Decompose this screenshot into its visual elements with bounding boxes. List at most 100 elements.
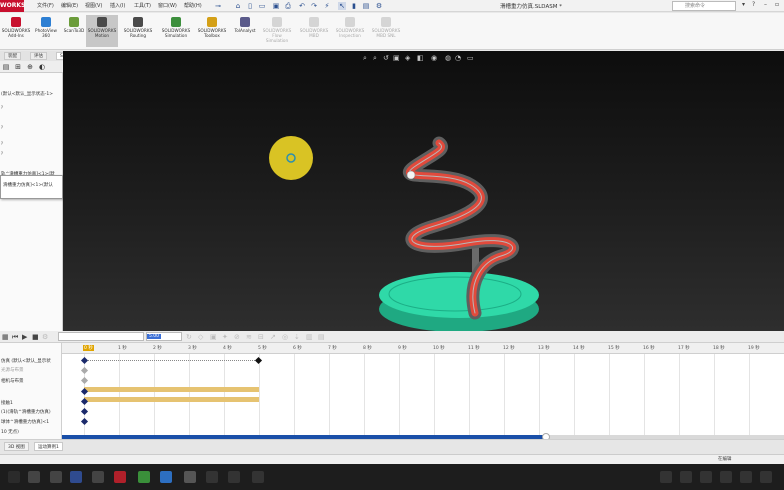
tree-row[interactable]: 接触1 xyxy=(0,399,62,408)
graphics-viewport[interactable]: ⌕ ⌕ ↺ ▣ ◈ ◧ ◉ ◍ ◔ ▭ xyxy=(63,51,784,331)
browser-icon[interactable] xyxy=(138,471,150,483)
minimize-icon[interactable]: – xyxy=(764,1,767,8)
redo-icon[interactable]: ↷ xyxy=(310,2,318,10)
keyframe[interactable] xyxy=(80,366,89,375)
tray-icon[interactable] xyxy=(700,471,712,483)
play-icon[interactable]: ▶ xyxy=(22,333,27,341)
tray-icon[interactable] xyxy=(680,471,692,483)
damper-icon[interactable]: ⊟ xyxy=(258,333,264,341)
timeline-area[interactable]: 0 秒 1 秒 2 秒 3 秒 4 秒 5 秒 6 秒 7 秒 8 秒 9 秒 10 秒 11 秒 12… xyxy=(62,343,784,439)
tree-row[interactable] xyxy=(0,388,62,397)
animation-wizard-icon[interactable]: ✦ xyxy=(222,333,228,341)
tab-assembly[interactable]: 装配 xyxy=(4,52,21,60)
tree-row[interactable]: 光源与布景 xyxy=(0,366,62,375)
ribbon-button-toolbox[interactable]: SOLIDWORKS Toolbox xyxy=(196,15,228,47)
study-type-select[interactable] xyxy=(58,332,144,341)
search-dropdown-icon[interactable]: ▾ xyxy=(742,1,745,8)
tree-row[interactable]: (1)(滑轨^滑槽重力仿真) xyxy=(0,408,62,417)
app-icon[interactable] xyxy=(252,471,264,483)
ribbon-button-routing[interactable]: SOLIDWORKS Routing xyxy=(122,15,154,47)
keyframe[interactable] xyxy=(80,376,89,385)
ribbon-button-mbd[interactable]: SOLIDWORKS MBD xyxy=(298,15,330,47)
feature-tree-icon[interactable]: ▤ xyxy=(2,63,10,71)
tab-3d-views[interactable]: 3D 视图 xyxy=(4,442,29,451)
print-icon[interactable]: ⎙ xyxy=(284,2,292,10)
tab-evaluate[interactable]: 评估 xyxy=(30,52,47,60)
home-icon[interactable]: ⌂ xyxy=(234,2,242,10)
options-gear-icon[interactable]: ⚙ xyxy=(375,2,383,10)
tree-row[interactable]: 球体^滑槽重力仿真]<1 xyxy=(0,418,62,427)
motor-icon[interactable]: ⊘ xyxy=(234,333,240,341)
results-plots-icon[interactable]: ▥ xyxy=(306,333,313,341)
search-input[interactable]: 搜索命令 xyxy=(672,1,736,11)
gravity-icon[interactable]: ⇣ xyxy=(294,333,300,341)
play-from-start-icon[interactable]: ⏮ xyxy=(12,333,18,341)
app-icon[interactable] xyxy=(206,471,218,483)
menu-insert[interactable]: 插入(I) xyxy=(110,2,125,9)
rebuild-traffic-icon[interactable]: ▮ xyxy=(350,2,358,10)
open-file-icon[interactable]: ▭ xyxy=(258,2,266,10)
menu-view[interactable]: 视图(V) xyxy=(85,2,102,9)
stop-icon[interactable]: ■ xyxy=(32,333,39,341)
tray-icon[interactable] xyxy=(740,471,752,483)
tree-row[interactable]: 相机与布景 xyxy=(0,377,62,386)
keyframe[interactable] xyxy=(80,417,89,426)
solidworks-logo[interactable]: WORKS xyxy=(0,0,25,12)
keyframe[interactable] xyxy=(80,407,89,416)
solidworks-taskbar-icon[interactable] xyxy=(114,471,126,483)
select-icon[interactable]: ↖ xyxy=(338,2,346,10)
configuration-icon[interactable]: ⊕ xyxy=(26,63,34,71)
ribbon-button-flow-simulation[interactable]: SOLIDWORKS Flow Simulation xyxy=(261,15,293,47)
playback-time-field[interactable]: 5.00 xyxy=(146,332,182,341)
add-key-icon[interactable]: ◇ xyxy=(198,333,203,341)
ribbon-button-mbd-snl[interactable]: SOLIDWORKS MBD SNL xyxy=(370,15,402,47)
tree-row[interactable]: 10 无点) xyxy=(0,428,62,437)
contact-bar[interactable] xyxy=(84,387,259,392)
tray-icon[interactable] xyxy=(660,471,672,483)
ribbon-button-simulation[interactable]: SOLIDWORKS Simulation xyxy=(160,15,192,47)
app-icon[interactable] xyxy=(92,471,104,483)
menu-tools[interactable]: 工具(T) xyxy=(134,2,151,9)
rebuild-icon[interactable]: ⚡ xyxy=(323,2,331,10)
autokey-icon[interactable]: ↻ xyxy=(186,333,192,341)
word-icon[interactable] xyxy=(70,471,82,483)
chat-icon[interactable] xyxy=(160,471,172,483)
playback-speed-icon[interactable]: ⚙ xyxy=(42,333,48,341)
spring-icon[interactable]: ≋ xyxy=(246,333,252,341)
tab-motion-study-1[interactable]: 运动算例1 xyxy=(34,442,63,451)
tree-root-label[interactable]: (默认<默认_显示状态-1> xyxy=(1,91,63,97)
force-icon[interactable]: ↗ xyxy=(270,333,276,341)
save-animation-icon[interactable]: ▣ xyxy=(210,333,217,341)
menu-edit[interactable]: 编辑(E) xyxy=(61,2,78,9)
pin-icon[interactable]: ⊸ xyxy=(214,2,222,10)
start-icon[interactable] xyxy=(8,471,20,483)
tree-row[interactable]: 仿真 (默认<默认_显示状 xyxy=(0,357,62,366)
save-icon[interactable]: ▣ xyxy=(272,2,280,10)
file-properties-icon[interactable]: ▤ xyxy=(362,2,370,10)
ribbon-button-addins[interactable]: SOLIDWORKS Add-Ins xyxy=(0,15,32,47)
keyframe-end[interactable] xyxy=(254,356,263,365)
menu-help[interactable]: 帮助(H) xyxy=(184,2,202,9)
contact-icon[interactable]: ◎ xyxy=(282,333,288,341)
task-view-icon[interactable] xyxy=(28,471,40,483)
tray-icon[interactable] xyxy=(760,471,772,483)
explorer-icon[interactable] xyxy=(50,471,62,483)
tray-icon[interactable] xyxy=(720,471,732,483)
calculate-icon[interactable]: ▦ xyxy=(2,333,9,341)
ribbon-button-inspection[interactable]: SOLIDWORKS Inspection xyxy=(334,15,366,47)
menu-file[interactable]: 文件(F) xyxy=(37,2,54,9)
ribbon-button-motion[interactable]: SOLIDWORKS Motion xyxy=(86,15,118,47)
maximize-icon[interactable]: ▫ xyxy=(775,1,779,8)
ribbon-button-tolanalyst[interactable]: TolAnalyst xyxy=(229,15,261,47)
component-bar[interactable] xyxy=(84,397,259,402)
app-icon[interactable] xyxy=(228,471,240,483)
property-manager-icon[interactable]: ⊞ xyxy=(14,63,22,71)
motion-study-properties-icon[interactable]: ▤ xyxy=(318,333,325,341)
display-manager-icon[interactable]: ◐ xyxy=(38,63,46,71)
undo-icon[interactable]: ↶ xyxy=(298,2,306,10)
help-icon[interactable]: ? xyxy=(752,1,755,8)
menu-window[interactable]: 窗口(W) xyxy=(158,2,177,9)
keyframe-start[interactable] xyxy=(80,356,89,365)
time-ruler[interactable]: 0 秒 1 秒 2 秒 3 秒 4 秒 5 秒 6 秒 7 秒 8 秒 9 秒 10 秒 11 秒 12… xyxy=(62,343,784,354)
app-icon[interactable] xyxy=(184,471,196,483)
